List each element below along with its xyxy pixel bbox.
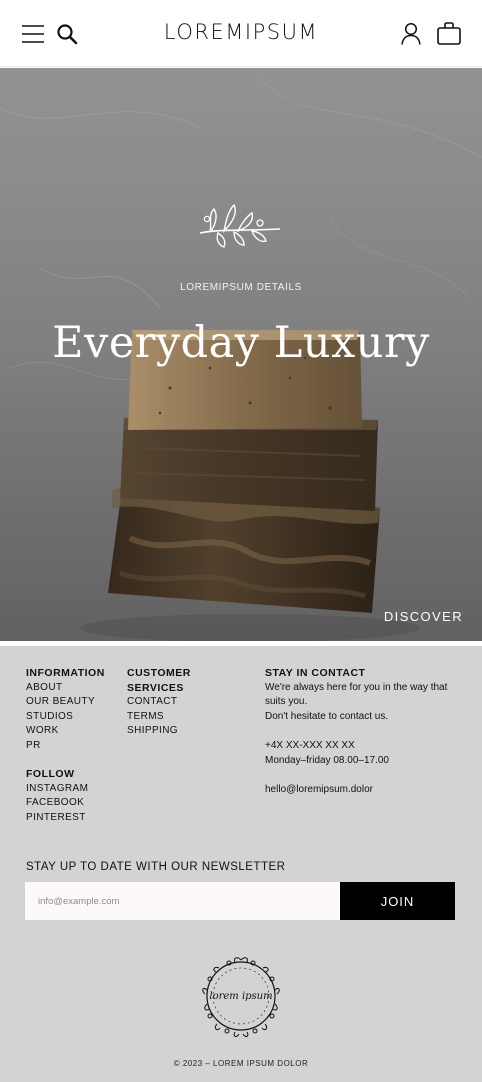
hero-banner: LOREMIPSUM DETAILS Everyday Luxury DISCO… xyxy=(0,68,482,641)
copyright: © 2023 – LOREM IPSUM DOLOR xyxy=(173,1059,309,1068)
hero-title: Everyday Luxury xyxy=(52,318,430,368)
logo-text[interactable]: LOREMIPSUM xyxy=(164,20,318,44)
link-studios[interactable]: STUDIOS xyxy=(26,710,121,725)
contact-hours: Monday–friday 08.00–17.00 xyxy=(265,754,389,766)
information-heading: INFORMATION xyxy=(26,667,105,679)
contact-text-line2: suits you. xyxy=(265,696,308,708)
customer-services-column: CUSTOMER SERVICES CONTACT TERMS SHIPPING xyxy=(127,666,237,739)
site-header: LOREMIPSUM xyxy=(0,0,482,67)
lorem-ipsum-wreath-logo: lorem ipsum xyxy=(202,957,280,1037)
contact-text-line1: We're always here for you in the way tha… xyxy=(265,681,448,693)
contact-text-line3: Don't hesitate to contact us. xyxy=(265,710,389,722)
follow-column: FOLLOW INSTAGRAM FACEBOOK PINTEREST xyxy=(26,767,88,825)
link-contact[interactable]: CONTACT xyxy=(127,695,237,710)
link-pr[interactable]: PR xyxy=(26,739,121,754)
bag-icon xyxy=(437,22,461,45)
discover-link[interactable]: DISCOVER xyxy=(384,609,463,624)
information-column: INFORMATION ABOUT OUR BEAUTY STUDIOS WOR… xyxy=(26,666,121,754)
account-icon xyxy=(401,22,421,45)
hero-kicker: LOREMIPSUM DETAILS xyxy=(180,282,302,293)
link-shipping[interactable]: SHIPPING xyxy=(127,724,237,739)
contact-email[interactable]: hello@loremipsum.dolor xyxy=(265,783,470,798)
contact-column: STAY IN CONTACT We're always here for yo… xyxy=(265,666,470,797)
link-terms[interactable]: TERMS xyxy=(127,710,237,725)
contact-phone[interactable]: +4X XX-XXX XX XX xyxy=(265,739,470,754)
cart-button[interactable] xyxy=(434,19,464,49)
link-work[interactable]: WORK xyxy=(26,724,121,739)
newsletter-email-input[interactable] xyxy=(25,882,341,920)
wreath-script-text: lorem ipsum xyxy=(209,991,272,1002)
services-heading-line1: CUSTOMER xyxy=(127,667,191,679)
site-footer: INFORMATION ABOUT OUR BEAUTY STUDIOS WOR… xyxy=(0,646,482,1082)
link-instagram[interactable]: INSTAGRAM xyxy=(26,782,88,797)
newsletter-join-button[interactable]: JOIN xyxy=(340,882,455,920)
account-button[interactable] xyxy=(396,19,426,49)
link-our-beauty[interactable]: OUR BEAUTY xyxy=(26,695,121,710)
link-about[interactable]: ABOUT xyxy=(26,681,121,696)
contact-heading: STAY IN CONTACT xyxy=(265,667,366,679)
follow-heading: FOLLOW xyxy=(26,768,75,780)
newsletter-label: STAY UP TO DATE WITH OUR NEWSLETTER xyxy=(26,861,286,873)
sprig-icon xyxy=(199,203,281,248)
link-pinterest[interactable]: PINTEREST xyxy=(26,811,88,826)
services-heading-line2: SERVICES xyxy=(127,681,184,694)
link-facebook[interactable]: FACEBOOK xyxy=(26,796,88,811)
